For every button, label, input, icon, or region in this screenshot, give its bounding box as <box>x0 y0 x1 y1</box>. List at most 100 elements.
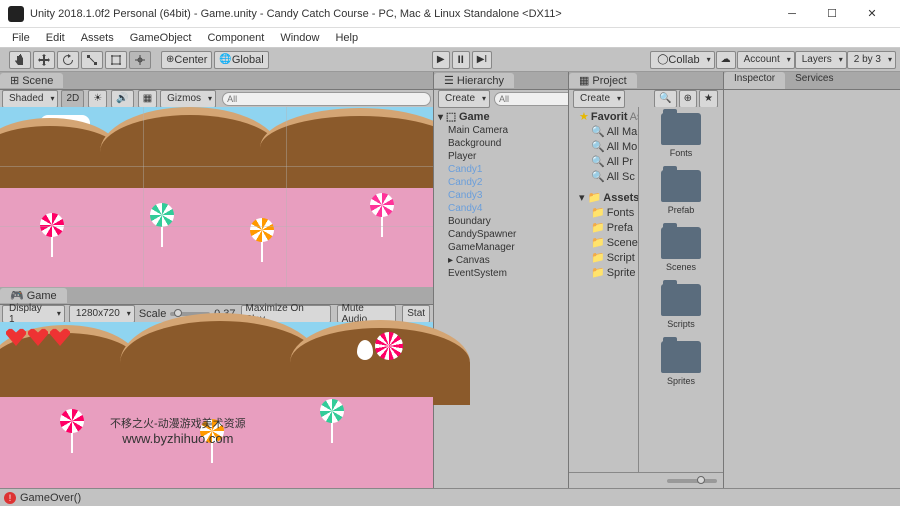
project-search-icon[interactable]: 🔍 <box>654 90 676 108</box>
hierarchy-root[interactable]: ⬚ Game <box>434 109 568 124</box>
hierarchy-tab[interactable]: ☰Hierarchy <box>434 73 514 88</box>
error-icon[interactable]: ! <box>4 492 16 504</box>
hierarchy-item[interactable]: Main Camera <box>434 124 568 137</box>
display-dropdown[interactable]: Display 1 <box>2 305 65 323</box>
folder-tile[interactable]: Sprites <box>639 335 723 392</box>
handle-toggle[interactable]: 🌐 Global <box>214 51 268 69</box>
folder-tile[interactable]: Prefab <box>639 164 723 221</box>
menu-window[interactable]: Window <box>272 30 327 46</box>
rotate-tool[interactable] <box>57 51 79 69</box>
hierarchy-item[interactable]: EventSystem <box>434 267 568 280</box>
folder-icon: 📁 <box>591 236 605 249</box>
menu-assets[interactable]: Assets <box>73 30 122 46</box>
folder-icon: 📁 <box>591 251 605 264</box>
layout-dropdown[interactable]: 2 by 3 <box>847 51 896 69</box>
search-icon: 🔍 <box>591 170 605 183</box>
fx-toggle[interactable]: ▦ <box>138 90 157 108</box>
hierarchy-item[interactable]: CandySpawner <box>434 228 568 241</box>
inspector-tab[interactable]: Inspector <box>724 72 785 89</box>
hierarchy-item[interactable]: Boundary <box>434 215 568 228</box>
asset-folder-item[interactable]: 📁 Scene <box>569 235 638 250</box>
rect-tool[interactable] <box>105 51 127 69</box>
favorite-item[interactable]: 🔍 All Sc <box>569 169 638 184</box>
hierarchy-item[interactable]: Candy1 <box>434 163 568 176</box>
menu-help[interactable]: Help <box>327 30 366 46</box>
scene-tab[interactable]: ⊞Scene <box>0 73 63 88</box>
menu-bar: File Edit Assets GameObject Component Wi… <box>0 28 900 48</box>
cloud-button[interactable]: ☁ <box>716 51 736 69</box>
favorite-item[interactable]: 🔍 All Ma <box>569 124 638 139</box>
minimize-button[interactable]: ─ <box>772 0 812 28</box>
project-filter-icon[interactable]: ⊕ <box>679 90 697 108</box>
folder-tile[interactable]: Scripts <box>639 278 723 335</box>
scene-icon: ⊞ <box>10 74 19 87</box>
transform-tool[interactable] <box>129 51 151 69</box>
scale-tool[interactable] <box>81 51 103 69</box>
search-icon: 🔍 <box>591 140 605 153</box>
game-tab[interactable]: 🎮Game <box>0 288 67 303</box>
audio-toggle[interactable]: 🔊 <box>111 90 133 108</box>
main-toolbar: ⊕ Center 🌐 Global ▶ II ▶I ◯ Collab ☁ Acc… <box>0 48 900 72</box>
project-tab[interactable]: ▦Project <box>569 73 637 88</box>
search-icon: 🔍 <box>591 125 605 138</box>
hierarchy-create[interactable]: Create <box>438 90 490 108</box>
scale-label: Scale <box>139 308 167 320</box>
hierarchy-item[interactable]: Candy3 <box>434 189 568 202</box>
step-button[interactable]: ▶I <box>472 51 492 69</box>
hierarchy-item[interactable]: GameManager <box>434 241 568 254</box>
scene-view[interactable] <box>0 107 433 287</box>
asset-folder-item[interactable]: 📁 Script <box>569 250 638 265</box>
hierarchy-item[interactable]: Candy2 <box>434 176 568 189</box>
menu-component[interactable]: Component <box>199 30 272 46</box>
pivot-toggle[interactable]: ⊕ Center <box>161 51 212 69</box>
hierarchy-item[interactable]: Background <box>434 137 568 150</box>
menu-edit[interactable]: Edit <box>38 30 73 46</box>
move-tool[interactable] <box>33 51 55 69</box>
resolution-dropdown[interactable]: 1280x720 <box>69 305 135 323</box>
favorites-node[interactable]: ★Favorit Assets + <box>569 109 638 124</box>
project-star-icon[interactable]: ★ <box>699 90 718 108</box>
gizmos-dropdown[interactable]: Gizmos <box>160 90 216 108</box>
game-view[interactable] <box>0 322 433 488</box>
game-icon: 🎮 <box>10 289 24 302</box>
collab-dropdown[interactable]: ◯ Collab <box>650 51 714 69</box>
hand-tool[interactable] <box>9 51 31 69</box>
asset-folder-item[interactable]: 📁 Fonts <box>569 205 638 220</box>
project-create[interactable]: Create <box>573 90 625 108</box>
project-icon: ▦ <box>579 74 589 87</box>
lighting-toggle[interactable]: ☀ <box>88 90 107 108</box>
folder-icon <box>661 113 701 145</box>
status-message[interactable]: GameOver() <box>20 492 81 504</box>
favorite-item[interactable]: 🔍 All Mo <box>569 139 638 154</box>
services-tab[interactable]: Services <box>785 72 843 89</box>
play-button[interactable]: ▶ <box>432 51 450 69</box>
folder-icon <box>661 284 701 316</box>
window-title: Unity 2018.1.0f2 Personal (64bit) - Game… <box>30 8 772 20</box>
hierarchy-item[interactable]: Canvas <box>434 254 568 267</box>
hierarchy-item[interactable]: Candy4 <box>434 202 568 215</box>
folder-tile[interactable]: Fonts <box>639 107 723 164</box>
scene-search[interactable] <box>222 92 431 106</box>
2d-toggle[interactable]: 2D <box>61 90 84 108</box>
hierarchy-icon: ☰ <box>444 74 454 87</box>
maximize-button[interactable]: ☐ <box>812 0 852 28</box>
asset-size-slider[interactable] <box>569 472 723 488</box>
hierarchy-item[interactable]: Player <box>434 150 568 163</box>
folder-icon <box>661 227 701 259</box>
stats-toggle[interactable]: Stat <box>402 305 430 323</box>
menu-file[interactable]: File <box>4 30 38 46</box>
pause-button[interactable]: II <box>452 51 470 69</box>
inspector-panel <box>724 89 900 505</box>
folder-icon: 📁 <box>591 221 605 234</box>
menu-gameobject[interactable]: GameObject <box>122 30 200 46</box>
shading-dropdown[interactable]: Shaded <box>2 90 58 108</box>
layers-dropdown[interactable]: Layers <box>795 51 847 69</box>
assets-node[interactable]: ▾ 📁 Assets <box>569 190 638 205</box>
close-button[interactable]: ✕ <box>852 0 892 28</box>
folder-tile[interactable]: Scenes <box>639 221 723 278</box>
asset-folder-item[interactable]: 📁 Prefa <box>569 220 638 235</box>
asset-folder-item[interactable]: 📁 Sprite <box>569 265 638 280</box>
folder-icon: 📁 <box>591 266 605 279</box>
account-dropdown[interactable]: Account <box>737 51 795 69</box>
favorite-item[interactable]: 🔍 All Pr <box>569 154 638 169</box>
